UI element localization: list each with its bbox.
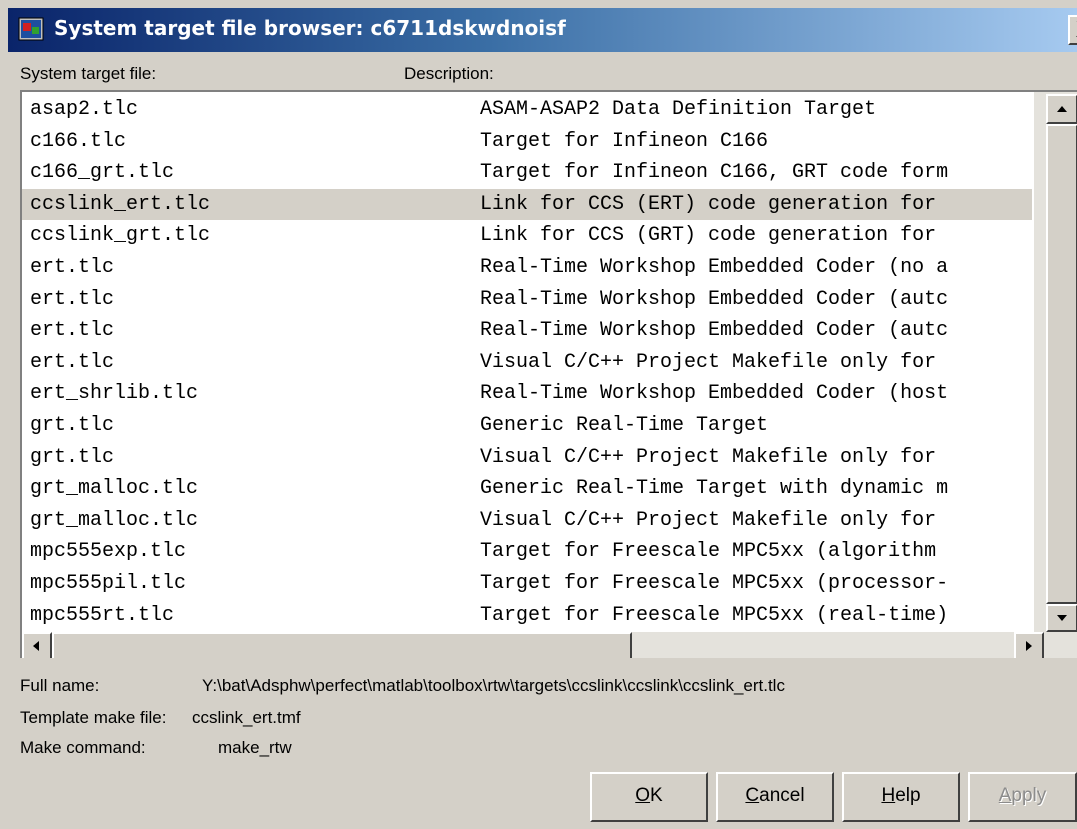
ok-button-mnemonic: O: [635, 785, 651, 806]
ok-button[interactable]: OK: [590, 772, 708, 822]
table-row[interactable]: mpc555rt.tlc Target for Freescale MPC5xx …: [22, 600, 1032, 631]
target-file-description: Visual C/C++ Project Makefile only for: [480, 508, 937, 532]
make-command-value: make_rtw: [218, 738, 292, 757]
arrow-right-icon: [1026, 641, 1032, 651]
target-file-name: ert.tlc: [30, 319, 115, 343]
target-file-description: Real-Time Workshop Embedded Coder (no a: [480, 256, 949, 279]
help-button-label: elp: [895, 785, 921, 806]
vertical-scrollbar[interactable]: [1034, 92, 1077, 632]
table-row[interactable]: ccslink_ert.tlc Link for CCS (ERT) code g…: [22, 188, 1032, 220]
table-row[interactable]: ert.tlc Visual C/C++ Project Makefile onl…: [22, 347, 1032, 378]
table-row[interactable]: c166.tlc Target for Infineon C166: [22, 126, 1032, 157]
target-file-description: ASAM-ASAP2 Data Definition Target: [480, 98, 877, 121]
target-file-name: ert.tlc: [30, 350, 115, 374]
target-file-description: Link for CCS (GRT) code generation for: [480, 224, 937, 248]
help-button-mnemonic: H: [881, 785, 896, 806]
target-file-description: Real-Time Workshop Embedded Coder (autc: [480, 287, 949, 311]
target-file-name: grt.tlc: [30, 414, 115, 437]
title-bar[interactable]: System target file browser: c6711dskwdno…: [8, 8, 1077, 52]
table-row[interactable]: ert_shrlib.tlc Real-Time Workshop Embedde…: [22, 378, 1032, 409]
target-file-name: ert.tlc: [30, 287, 115, 311]
scroll-right-button[interactable]: [1014, 632, 1044, 658]
simulink-window-icon: [18, 17, 44, 41]
target-file-description: Link for CCS (ERT) code generation for: [480, 192, 937, 216]
table-row[interactable]: grt.tlc Generic Real-Time Target: [22, 410, 1032, 441]
target-file-description: Target for Freescale MPC5xx (algorithm: [480, 540, 937, 564]
target-file-name: grt.tlc: [30, 445, 115, 469]
horizontal-scroll-thumb[interactable]: [52, 632, 632, 658]
table-row[interactable]: ccslink_grt.tlc Link for CCS (GRT) code g…: [22, 220, 1032, 251]
apply-button-mnemonic: A: [998, 785, 1012, 806]
scroll-thumb[interactable]: [1046, 124, 1077, 604]
table-row[interactable]: grt_malloc.tlc Generic Real-Time Target w…: [22, 473, 1032, 504]
cancel-button-label: ancel: [759, 785, 805, 806]
target-file-description: Real-Time Workshop Embedded Coder (host: [480, 382, 949, 406]
table-row[interactable]: mpc555exp.tlc Target for Freescale MPC5xx…: [22, 536, 1032, 567]
target-file-name: mpc555rt.tlc: [30, 603, 175, 627]
full-name-value: Y:\bat\Adsphw\perfect\matlab\toolbox\rtw…: [202, 676, 785, 695]
ok-button-label: K: [650, 785, 663, 806]
target-file-name: ccslink_ert.tlc: [30, 192, 211, 216]
arrow-left-icon: [33, 641, 39, 651]
arrow-down-icon: [1057, 615, 1067, 621]
help-button[interactable]: Help: [842, 772, 960, 822]
table-row[interactable]: ert.tlc Real-Time Workshop Embedded Coder…: [22, 284, 1032, 315]
table-row[interactable]: grt.tlc Visual C/C++ Project Makefile onl…: [22, 442, 1032, 473]
close-button[interactable]: X: [1068, 15, 1077, 45]
target-file-description: Target for Infineon C166, GRT code form: [480, 161, 949, 185]
target-file-description: Real-Time Workshop Embedded Coder (autc: [480, 319, 949, 343]
target-file-name: mpc555exp.tlc: [30, 540, 187, 564]
target-file-list[interactable]: asap2.tlc ASAM-ASAP2 Data Definition Targ…: [20, 90, 1077, 658]
cancel-button-mnemonic: C: [745, 785, 760, 806]
target-file-name: ert.tlc: [30, 256, 115, 279]
target-file-description: Target for Infineon C166: [480, 129, 769, 153]
target-file-description: Generic Real-Time Target with dynamic m: [480, 477, 949, 501]
apply-button-label: pply: [1011, 785, 1047, 806]
target-file-description: Visual C/C++ Project Makefile only for: [480, 445, 937, 469]
arrow-up-icon: [1057, 106, 1067, 112]
target-file-name: grt_malloc.tlc: [30, 477, 199, 501]
table-row[interactable]: asap2.tlc ASAM-ASAP2 Data Definition Targ…: [22, 94, 1032, 125]
target-file-description: Target for Freescale MPC5xx (real-time): [480, 603, 949, 627]
table-row[interactable]: grt_malloc.tlc Visual C/C++ Project Makef…: [22, 505, 1032, 536]
scroll-left-button[interactable]: [22, 632, 52, 658]
target-file-description: Target for Freescale MPC5xx (processor-: [480, 572, 949, 595]
template-make-file-label: Template make file:: [20, 708, 167, 727]
apply-button[interactable]: Apply: [968, 772, 1077, 822]
column-header-file: System target file:: [20, 64, 157, 83]
window-title: System target file browser: c6711dskwdno…: [54, 16, 566, 40]
scroll-down-button[interactable]: [1046, 604, 1077, 632]
cancel-button[interactable]: Cancel: [716, 772, 834, 822]
table-row[interactable]: ert.tlc Real-Time Workshop Embedded Coder…: [22, 315, 1032, 346]
table-row[interactable]: c166_grt.tlc Target for Infineon C166, GR…: [22, 157, 1032, 188]
target-file-name: mpc555pil.tlc: [30, 572, 187, 595]
template-make-file-value: ccslink_ert.tmf: [192, 708, 301, 727]
target-file-name: c166_grt.tlc: [30, 161, 175, 185]
table-row[interactable]: ert.tlc Real-Time Workshop Embedded Coder…: [22, 252, 1032, 283]
target-file-name: asap2.tlc: [30, 98, 139, 121]
target-file-name: c166.tlc: [30, 129, 127, 153]
target-file-description: Visual C/C++ Project Makefile only for: [480, 350, 937, 374]
target-file-name: ert_shrlib.tlc: [30, 382, 199, 406]
make-command-label: Make command:: [20, 738, 146, 757]
full-name-label: Full name:: [20, 676, 100, 695]
table-row[interactable]: mpc555pil.tlc Target for Freescale MPC5xx…: [22, 568, 1032, 599]
column-header-description: Description:: [404, 64, 494, 83]
target-file-description: Generic Real-Time Target: [480, 414, 769, 437]
scroll-up-button[interactable]: [1046, 94, 1077, 124]
target-file-name: grt_malloc.tlc: [30, 508, 199, 532]
horizontal-scrollbar[interactable]: [22, 632, 1077, 658]
target-file-name: ccslink_grt.tlc: [30, 224, 211, 248]
